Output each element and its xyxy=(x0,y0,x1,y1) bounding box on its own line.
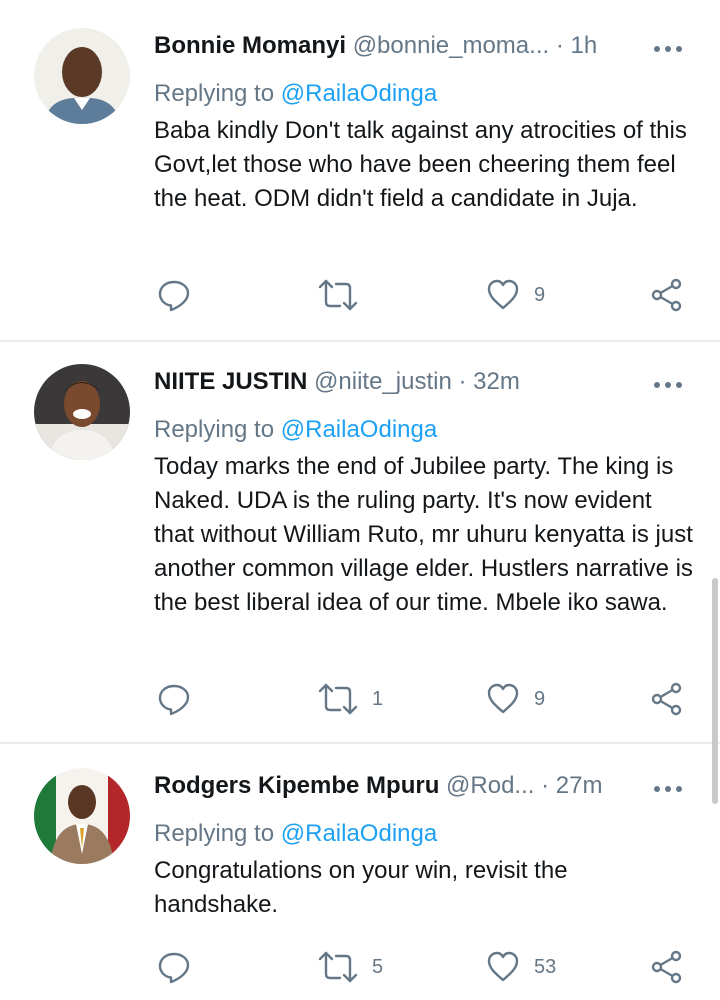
reply-button[interactable] xyxy=(157,277,205,313)
share-button[interactable] xyxy=(650,681,684,717)
like-count: 53 xyxy=(534,955,557,978)
reply-icon xyxy=(158,280,190,312)
like-button[interactable]: 9 xyxy=(486,681,545,717)
replying-to-label: Replying to xyxy=(154,820,275,847)
tweet[interactable]: Rodgers Kipembe Mpuru @Rod... · 27m Repl… xyxy=(0,744,720,1000)
retweet-icon xyxy=(318,951,358,983)
replying-to: Replying to @RailaOdinga xyxy=(154,819,437,849)
replying-to-label: Replying to xyxy=(154,80,275,107)
mention-link[interactable]: @RailaOdinga xyxy=(281,820,437,847)
share-button[interactable] xyxy=(650,949,684,985)
tweet-header: NIITE JUSTIN @niite_justin · 32m xyxy=(154,367,520,397)
retweet-icon xyxy=(318,279,358,311)
timestamp[interactable]: · 1h xyxy=(556,32,597,59)
retweet-count: 1 xyxy=(372,687,384,710)
display-name[interactable]: NIITE JUSTIN xyxy=(154,368,307,395)
display-name[interactable]: Rodgers Kipembe Mpuru xyxy=(154,772,439,799)
like-icon xyxy=(487,951,519,982)
mention-link[interactable]: @RailaOdinga xyxy=(281,80,437,107)
retweet-button[interactable] xyxy=(318,277,372,313)
timestamp[interactable]: · 32m xyxy=(458,368,519,395)
like-icon xyxy=(487,683,519,714)
display-name[interactable]: Bonnie Momanyi xyxy=(154,32,346,59)
share-icon xyxy=(651,950,682,984)
like-count: 9 xyxy=(534,687,546,710)
user-handle[interactable]: @Rod... xyxy=(446,772,534,799)
reply-icon xyxy=(158,952,190,984)
retweet-count: 5 xyxy=(372,955,384,978)
tweet-text: Baba kindly Don't talk against any atroc… xyxy=(154,117,687,212)
tweet[interactable]: NIITE JUSTIN @niite_justin · 32m Replyin… xyxy=(0,342,720,742)
share-icon xyxy=(651,278,682,312)
retweet-button[interactable]: 1 xyxy=(318,681,383,717)
more-icon[interactable] xyxy=(652,784,684,794)
scrollbar[interactable] xyxy=(712,578,718,804)
retweet-icon xyxy=(318,683,358,715)
like-button[interactable]: 53 xyxy=(486,949,556,985)
share-icon xyxy=(651,682,682,716)
tweet-header: Rodgers Kipembe Mpuru @Rod... · 27m xyxy=(154,771,602,801)
more-icon[interactable] xyxy=(652,380,684,390)
tweet-header: Bonnie Momanyi @bonnie_moma... · 1h xyxy=(154,31,597,61)
reply-icon xyxy=(158,684,190,716)
replying-to: Replying to @RailaOdinga xyxy=(154,79,437,109)
replying-to: Replying to @RailaOdinga xyxy=(154,415,437,445)
user-handle[interactable]: @niite_justin xyxy=(314,368,452,395)
replying-to-label: Replying to xyxy=(154,416,275,443)
reply-button[interactable] xyxy=(157,681,205,717)
tweet-text: Congratulations on your win, revisit the… xyxy=(154,857,568,918)
like-count: 9 xyxy=(534,283,546,306)
reply-button[interactable] xyxy=(157,949,205,985)
tweet[interactable]: Bonnie Momanyi @bonnie_moma... · 1h Repl… xyxy=(0,0,720,340)
share-button[interactable] xyxy=(650,277,684,313)
timestamp[interactable]: · 27m xyxy=(541,772,602,799)
like-button[interactable]: 9 xyxy=(486,277,545,313)
user-handle[interactable]: @bonnie_moma... xyxy=(353,32,549,59)
avatar[interactable] xyxy=(34,28,130,124)
more-icon[interactable] xyxy=(652,44,684,54)
mention-link[interactable]: @RailaOdinga xyxy=(281,416,437,443)
avatar[interactable] xyxy=(34,768,130,864)
like-icon xyxy=(487,279,519,310)
tweet-text: Today marks the end of Jubilee party. Th… xyxy=(154,453,693,616)
retweet-button[interactable]: 5 xyxy=(318,949,383,985)
avatar[interactable] xyxy=(34,364,130,460)
